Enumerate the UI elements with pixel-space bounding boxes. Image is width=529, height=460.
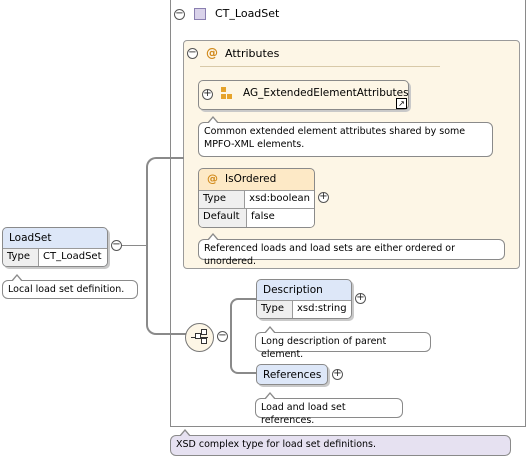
isordered-default-row: Default false (199, 208, 314, 227)
loadset-doc: Local load set definition. (2, 274, 138, 299)
isordered-name: IsOrdered (225, 173, 277, 185)
description-element-box[interactable]: Description Type xsd:string (256, 279, 352, 319)
isordered-doc: Referenced loads and load sets are eithe… (198, 233, 505, 267)
references-name: References (263, 369, 322, 381)
connector-sequence-children (230, 298, 256, 374)
loadset-name: LoadSet (9, 232, 52, 244)
loadset-element-box[interactable]: LoadSet Type CT_LoadSet (2, 227, 108, 267)
loadset-type-row: Type CT_LoadSet (3, 248, 107, 266)
isordered-attribute-box[interactable]: @ IsOrdered Type xsd:boolean Default fal… (198, 168, 315, 228)
isordered-at-icon: @ (207, 172, 218, 185)
expand-attribute-group-button[interactable]: + (202, 89, 213, 100)
attribute-group-link-icon[interactable]: ↗ (396, 98, 407, 109)
connector-element-to-type (122, 245, 146, 246)
complex-type-name: CT_LoadSet (215, 7, 280, 20)
sequence-compositor-icon[interactable] (185, 323, 214, 352)
description-type-value: xsd:string (293, 301, 351, 318)
collapse-attributes-button[interactable]: − (187, 48, 198, 59)
isordered-default-value: false (247, 209, 314, 227)
complex-type-doc: XSD complex type for load set definition… (170, 429, 511, 456)
description-type-key: Type (257, 301, 293, 318)
attribute-group-name: AG_ExtendedElementAttributes (243, 87, 409, 99)
loadset-type-value: CT_LoadSet (39, 249, 107, 266)
description-doc: Long description of parent element. (255, 326, 431, 360)
loadset-type-key: Type (3, 249, 39, 266)
collapse-complex-type-button[interactable]: − (174, 9, 185, 20)
attribute-group-doc: Common extended element attributes share… (198, 116, 493, 157)
collapse-loadset-button[interactable]: − (111, 240, 122, 251)
complex-type-icon (194, 8, 206, 20)
attributes-title: Attributes (225, 47, 280, 60)
collapse-sequence-button[interactable]: − (217, 331, 228, 342)
attributes-at-icon: @ (206, 46, 218, 60)
isordered-type-value: xsd:boolean (245, 191, 314, 209)
expand-description-button[interactable]: + (355, 293, 366, 304)
isordered-default-key: Default (199, 209, 247, 227)
connector-bracket (146, 157, 184, 335)
references-doc: Load and load set references. (255, 392, 403, 426)
attribute-group-icon (221, 87, 233, 101)
isordered-type-row: Type xsd:boolean (199, 190, 314, 209)
expand-references-button[interactable]: + (332, 369, 343, 380)
isordered-type-key: Type (199, 191, 246, 209)
attributes-header-underline (200, 66, 440, 67)
expand-isordered-button[interactable]: + (318, 192, 329, 203)
references-element-box[interactable]: References (256, 364, 328, 385)
description-name: Description (263, 284, 323, 296)
description-type-row: Type xsd:string (257, 300, 351, 318)
